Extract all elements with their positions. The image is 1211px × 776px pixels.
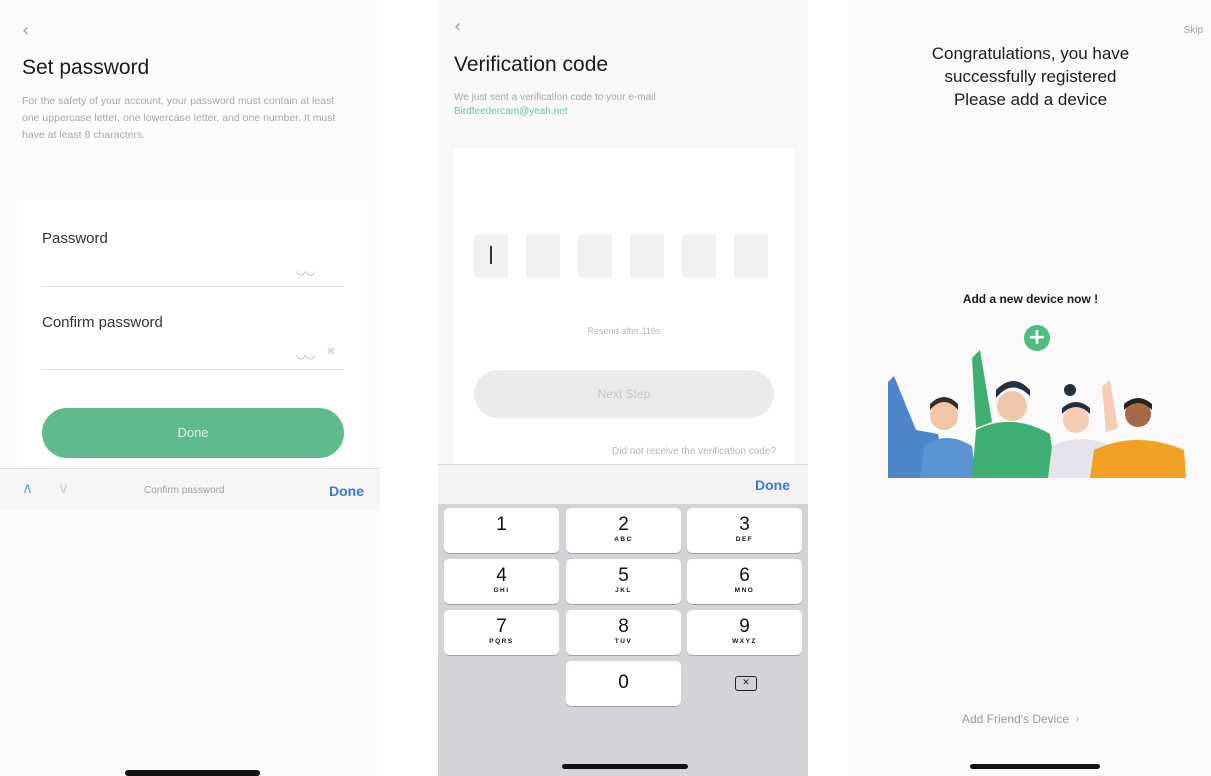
back-chevron-icon[interactable]: ‹ xyxy=(454,16,461,37)
verification-card: Resend after 116s Next Step Did not rece… xyxy=(454,148,794,464)
key-2[interactable]: 2 ABC xyxy=(566,508,681,553)
not-received-link[interactable]: Did not receive the verification code? xyxy=(612,446,776,457)
add-friend-device-link[interactable]: Add Friend's Device › xyxy=(962,712,1080,726)
keyboard-toolbar: Done xyxy=(438,464,808,504)
page-title: Verification code xyxy=(454,53,609,76)
next-step-button[interactable]: Next Step xyxy=(474,370,774,418)
backspace-key[interactable]: ✕ xyxy=(687,661,802,706)
toolbar-done-button[interactable]: Done xyxy=(329,483,364,499)
eye-closed-icon[interactable]: ◡◡ xyxy=(296,348,315,361)
add-friend-label: Add Friend's Device xyxy=(962,712,1070,726)
numeric-keypad: 1 2 ABC 3 DEF 4 GHI 5 JKL 6 MNO 7 PQRS 8 TUV 9W… xyxy=(438,504,808,776)
eye-closed-icon[interactable]: ◡◡ xyxy=(296,264,315,277)
code-digit-box[interactable] xyxy=(474,234,508,278)
resend-countdown: Resend after 116s xyxy=(587,326,661,336)
page-title: Set password xyxy=(22,56,150,79)
verification-screen: ‹ Verification code We just sent a verif… xyxy=(438,0,808,776)
password-label: Password xyxy=(42,230,108,247)
chevron-right-icon: › xyxy=(1075,712,1080,726)
email-address: Birdfeedercam@yeah.net xyxy=(454,106,568,117)
home-indicator xyxy=(125,770,260,776)
key-3[interactable]: 3 DEF xyxy=(687,508,802,553)
code-digit-box[interactable] xyxy=(526,234,560,278)
registered-screen: Skip Congratulations, you have successfu… xyxy=(850,0,1211,776)
key-6[interactable]: 6 MNO xyxy=(687,559,802,604)
skip-button[interactable]: Skip xyxy=(1184,25,1203,36)
password-rules-text: For the safety of your account, your pas… xyxy=(22,95,336,141)
key-7[interactable]: 7 PQRS xyxy=(444,610,559,655)
chevron-down-icon[interactable]: ∨ xyxy=(58,479,69,497)
chevron-up-icon[interactable]: ∧ xyxy=(22,479,33,497)
backspace-icon: ✕ xyxy=(735,676,757,691)
password-underline xyxy=(42,286,344,287)
confirm-password-label: Confirm password xyxy=(42,314,163,331)
key-1[interactable]: 1 xyxy=(444,508,559,553)
congrats-line-2: successfully registered xyxy=(944,67,1117,86)
back-chevron-icon[interactable]: ‹ xyxy=(22,20,29,41)
congrats-line-1: Congratulations, you have xyxy=(931,44,1130,63)
password-form-card: Password ◡◡ Confirm password ◡◡ ⊗ Done xyxy=(19,200,365,468)
add-device-heading: Add a new device now ! xyxy=(962,292,1099,306)
congratulations-text: Congratulations, you have successfully r… xyxy=(850,42,1211,111)
verification-description: We just sent a verification code to your… xyxy=(454,92,656,103)
home-indicator xyxy=(970,764,1100,769)
done-button[interactable]: Done xyxy=(42,408,344,458)
people-illustration xyxy=(888,350,1190,478)
toolbar-field-label: Confirm password xyxy=(144,485,225,496)
set-password-screen: ‹ Set password For the safety of your ac… xyxy=(0,0,380,776)
key-0[interactable]: 0 xyxy=(566,661,681,706)
keyboard-toolbar: ∧ ∨ Confirm password Done xyxy=(0,468,380,510)
key-4[interactable]: 4 GHI xyxy=(444,559,559,604)
clear-icon[interactable]: ⊗ xyxy=(327,346,335,357)
code-digit-box[interactable] xyxy=(578,234,612,278)
key-8[interactable]: 8 TUV xyxy=(566,610,681,655)
confirm-password-underline xyxy=(42,369,344,370)
code-digit-box[interactable] xyxy=(630,234,664,278)
text-caret xyxy=(490,246,492,264)
key-9[interactable]: 9 WXYZ xyxy=(687,610,802,655)
code-digit-box[interactable] xyxy=(682,234,716,278)
key-5[interactable]: 5 JKL xyxy=(566,559,681,604)
home-indicator xyxy=(562,764,688,769)
congrats-line-3: Please add a device xyxy=(953,90,1108,109)
toolbar-done-button[interactable]: Done xyxy=(755,477,790,493)
code-digit-box[interactable] xyxy=(734,234,768,278)
